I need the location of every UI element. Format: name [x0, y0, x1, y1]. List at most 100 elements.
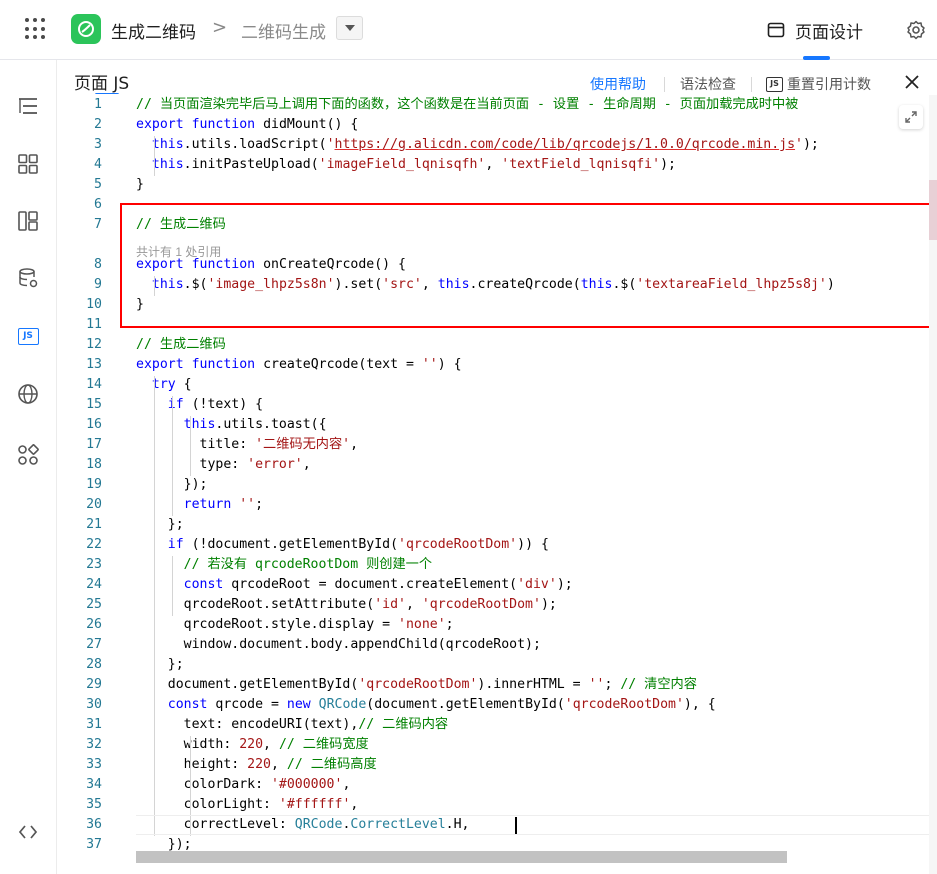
code-token: );	[540, 597, 557, 612]
apps-grid-icon[interactable]	[25, 18, 47, 40]
code-line[interactable]: 4 this.initPasteUpload('imageField_lqnis…	[58, 155, 937, 175]
code-line[interactable]: 3 this.utils.loadScript('https://g.alicd…	[58, 135, 937, 155]
code-text: const qrcodeRoot = document.createElemen…	[136, 575, 573, 595]
code-line[interactable]: 23 // 若没有 qrcodeRootDom 则创建一个	[58, 555, 937, 575]
line-number: 5	[94, 177, 102, 192]
code-token: ;	[255, 497, 264, 512]
datasource-icon[interactable]	[16, 266, 40, 290]
line-number: 12	[86, 337, 102, 352]
code-toggle-icon[interactable]	[16, 820, 40, 844]
code-token: 'div'	[517, 577, 557, 592]
code-token: // 生成二维码	[136, 337, 226, 352]
code-token: '#000000'	[270, 777, 343, 792]
breadcrumb-separator: >	[212, 17, 228, 38]
line-number: 16	[86, 417, 102, 432]
code-text: return '';	[136, 495, 263, 515]
top-bar: 生成二维码 > 二维码生成 页面设计	[0, 0, 937, 60]
code-line[interactable]: 2 export function didMount() {	[58, 115, 937, 135]
vertical-scrollbar-thumb[interactable]	[929, 180, 937, 240]
code-token: );	[660, 157, 676, 172]
expand-editor-button[interactable]	[899, 105, 923, 129]
code-token: ;	[445, 617, 454, 632]
code-line[interactable]: 30 const qrcode = new QRCode(document.ge…	[58, 695, 937, 715]
code-token: 'id'	[374, 597, 406, 612]
syntax-check-button[interactable]: 语法检查	[680, 74, 736, 94]
code-line[interactable]: 26 qrcodeRoot.style.display = 'none';	[58, 615, 937, 635]
code-token: 220	[239, 737, 264, 752]
code-line[interactable]: 22 if (!document.getElementById('qrcodeR…	[58, 535, 937, 555]
code-text: if (!document.getElementById('qrcodeRoot…	[136, 535, 549, 555]
code-line[interactable]: 1 // 当页面渲染完毕后马上调用下面的函数，这个函数是在当前页面 - 设置 - …	[58, 95, 937, 115]
code-text: this.utils.toast({	[136, 415, 327, 435]
code-line[interactable]: 24 const qrcodeRoot = document.createEle…	[58, 575, 937, 595]
code-token: );	[556, 577, 573, 592]
code-token: width:	[136, 737, 240, 752]
breadcrumb-page[interactable]: 二维码生成	[241, 18, 326, 43]
code-line[interactable]: 29 document.getElementById('qrcodeRootDo…	[58, 675, 937, 695]
horizontal-scrollbar-thumb[interactable]	[136, 851, 787, 863]
line-number: 21	[86, 517, 102, 532]
code-line[interactable]: 5}	[58, 175, 937, 195]
line-number: 23	[86, 557, 102, 572]
help-link[interactable]: 使用帮助	[590, 74, 646, 94]
reset-reference-count-button[interactable]: JS 重置引用计数	[766, 74, 871, 94]
code-text: colorLight: '#ffffff',	[136, 795, 359, 815]
code-line[interactable]: 20 return '';	[58, 495, 937, 515]
code-line[interactable]: 15 if (!text) {	[58, 395, 937, 415]
code-token: qrcodeRoot.style.display =	[136, 617, 399, 632]
code-token: colorDark:	[136, 777, 271, 792]
code-token: )) {	[517, 537, 549, 552]
code-token: '#ffffff'	[278, 797, 351, 812]
line-number: 6	[94, 197, 102, 212]
code-token: // 二维码高度	[286, 757, 377, 772]
code-token: });	[136, 837, 192, 852]
line-number: 37	[86, 837, 102, 852]
code-token: ;	[604, 677, 621, 692]
code-token: document.getElementById(	[136, 677, 359, 692]
code-token: .utils.loadScript(	[183, 137, 327, 152]
active-tab-indicator	[803, 56, 830, 60]
code-line[interactable]: 31 text: encodeURI(text),// 二维码内容	[58, 715, 937, 735]
code-token: ''	[588, 677, 605, 692]
code-line[interactable]: 12 // 生成二维码	[58, 335, 937, 355]
code-text: text: encodeURI(text),// 二维码内容	[136, 715, 448, 735]
line-number: 31	[86, 717, 102, 732]
page-dropdown-button[interactable]	[336, 16, 363, 40]
js-icon[interactable]: JS	[16, 324, 40, 348]
line-number: 9	[94, 277, 102, 292]
plugins-icon[interactable]	[16, 443, 40, 467]
gear-icon[interactable]	[906, 20, 926, 40]
code-token: 'qrcodeRootDom'	[564, 697, 684, 712]
code-line[interactable]: 28 };	[58, 655, 937, 675]
code-text: const qrcode = new QRCode(document.getEl…	[136, 695, 716, 715]
code-token: {	[175, 377, 192, 392]
components-icon[interactable]	[16, 152, 40, 176]
code-token: qrcodeRoot = document.createElement(	[223, 577, 518, 592]
code-line[interactable]: 14 try {	[58, 375, 937, 395]
code-token: this	[151, 137, 184, 152]
code-text: try {	[136, 375, 192, 395]
globe-icon[interactable]	[16, 382, 40, 406]
line-number: 18	[86, 457, 102, 472]
line-number: 27	[86, 637, 102, 652]
code-line[interactable]: 19 });	[58, 475, 937, 495]
code-line[interactable]: 27 window.document.body.appendChild(qrco…	[58, 635, 937, 655]
layout-icon[interactable]	[16, 209, 40, 233]
code-token: .utils.toast({	[215, 417, 327, 432]
outline-icon[interactable]	[16, 94, 40, 118]
app-title[interactable]: 生成二维码	[111, 18, 196, 43]
code-token: 'textField_lqnisqfi'	[501, 157, 661, 172]
code-line[interactable]: 13 export function createQrcode(text = ''…	[58, 355, 937, 375]
reset-reference-count-label: 重置引用计数	[787, 77, 871, 93]
code-token: ).innerHTML =	[477, 677, 589, 692]
indent-guide	[172, 556, 173, 616]
code-line[interactable]: 21 };	[58, 515, 937, 535]
close-icon[interactable]	[903, 73, 921, 91]
code-line[interactable]: 25 qrcodeRoot.setAttribute('id', 'qrcode…	[58, 595, 937, 615]
tab-page-design[interactable]: 页面设计	[767, 18, 863, 43]
